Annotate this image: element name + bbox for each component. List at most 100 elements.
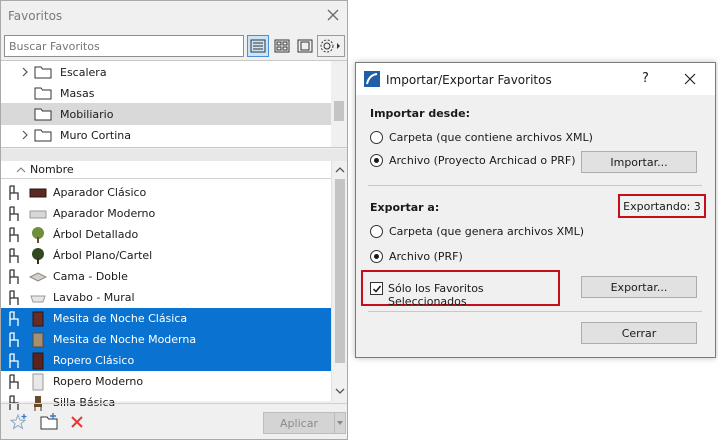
favorite-item-label: Árbol Plano/Cartel bbox=[53, 249, 153, 262]
folder-row[interactable]: Masas bbox=[1, 82, 331, 104]
gear-icon bbox=[320, 39, 340, 53]
favorites-title: Favoritos bbox=[8, 9, 63, 23]
radio-indicator[interactable] bbox=[370, 131, 383, 144]
item-thumbnail bbox=[28, 247, 48, 265]
close-icon[interactable] bbox=[326, 8, 340, 22]
favorites-list: Nombre Aparador Clásico Aparador Moderno Á… bbox=[1, 161, 347, 411]
favorite-item-label: Mesita de Noche Clásica bbox=[53, 312, 188, 325]
scroll-up-icon[interactable] bbox=[335, 164, 345, 177]
column-header-name[interactable]: Nombre bbox=[30, 163, 74, 176]
export-file-radio[interactable]: Archivo (PRF) bbox=[370, 250, 463, 263]
folder-scrollbar[interactable] bbox=[331, 61, 347, 147]
list-view-button[interactable] bbox=[247, 35, 269, 57]
item-thumbnail bbox=[28, 310, 48, 328]
object-type-icon bbox=[7, 310, 27, 327]
favorites-toolbar: Aplicar bbox=[1, 403, 347, 439]
panel-splitter[interactable] bbox=[1, 149, 347, 161]
favorite-item-label: Aparador Moderno bbox=[53, 207, 156, 220]
preview-view-button[interactable] bbox=[294, 35, 316, 57]
favorite-item[interactable]: Lavabo - Mural bbox=[1, 287, 331, 308]
folder-icon bbox=[34, 85, 54, 101]
dialog-titlebar[interactable]: Importar/Exportar Favoritos ? bbox=[356, 63, 715, 95]
object-type-icon bbox=[7, 268, 27, 285]
radio-indicator[interactable] bbox=[370, 225, 383, 238]
new-favorite-icon[interactable] bbox=[9, 412, 29, 432]
radio-label: Archivo (PRF) bbox=[389, 250, 463, 263]
export-button[interactable]: Exportar... bbox=[581, 276, 697, 298]
help-button[interactable]: ? bbox=[642, 71, 649, 86]
radio-label: Carpeta (que contiene archivos XML) bbox=[389, 131, 593, 144]
export-folder-radio[interactable]: Carpeta (que genera archivos XML) bbox=[370, 225, 584, 238]
folder-row[interactable]: Mobiliario bbox=[1, 103, 331, 125]
item-thumbnail bbox=[28, 352, 48, 370]
search-input[interactable] bbox=[4, 35, 244, 57]
favorite-item[interactable]: Mesita de Noche Moderna bbox=[1, 329, 331, 350]
favorite-item-label: Ropero Clásico bbox=[53, 354, 135, 367]
favorite-item[interactable]: Aparador Clásico bbox=[1, 182, 331, 203]
object-type-icon bbox=[7, 226, 27, 243]
checkmark-icon bbox=[372, 285, 381, 293]
dialog-title: Importar/Exportar Favoritos bbox=[386, 73, 552, 87]
list-view-icon bbox=[250, 39, 266, 53]
close-button[interactable]: Cerrar bbox=[581, 322, 697, 344]
divider bbox=[368, 311, 702, 312]
radio-label: Carpeta (que genera archivos XML) bbox=[389, 225, 585, 238]
favorite-item[interactable]: Ropero Moderno bbox=[1, 371, 331, 392]
radio-label: Archivo (Proyecto Archicad o PRF) bbox=[389, 154, 576, 167]
only-selected-highlight: Sólo los Favoritos Seleccionados bbox=[361, 270, 560, 308]
radio-indicator[interactable] bbox=[370, 250, 383, 263]
item-thumbnail bbox=[28, 331, 48, 349]
object-type-icon bbox=[7, 352, 27, 369]
scrollbar-thumb[interactable] bbox=[335, 179, 345, 363]
list-header[interactable]: Nombre bbox=[1, 161, 331, 179]
options-menu-button[interactable] bbox=[317, 35, 345, 57]
apply-dropdown[interactable] bbox=[334, 412, 346, 434]
object-type-icon bbox=[7, 331, 27, 348]
item-thumbnail bbox=[28, 184, 48, 202]
grid-view-button[interactable] bbox=[271, 35, 293, 57]
item-thumbnail bbox=[28, 289, 48, 307]
favorites-titlebar[interactable]: Favoritos bbox=[1, 1, 347, 31]
delete-icon[interactable] bbox=[67, 412, 87, 432]
favorite-item[interactable]: Ropero Clásico bbox=[1, 350, 331, 371]
archicad-app-icon bbox=[364, 71, 380, 87]
folder-label: Masas bbox=[60, 86, 95, 100]
favorite-item[interactable]: Aparador Moderno bbox=[1, 203, 331, 224]
new-folder-icon[interactable] bbox=[39, 412, 59, 432]
scrollbar-thumb[interactable] bbox=[334, 101, 344, 121]
only-selected-checkbox[interactable] bbox=[370, 282, 383, 295]
item-thumbnail bbox=[28, 268, 48, 286]
chevron-right-icon[interactable] bbox=[17, 124, 33, 146]
folder-icon bbox=[34, 64, 54, 80]
only-selected-label[interactable]: Sólo los Favoritos Seleccionados bbox=[388, 282, 558, 308]
favorites-palette: Favoritos Escalera Masas Mobiliario bbox=[0, 0, 348, 440]
object-type-icon bbox=[7, 184, 27, 201]
export-heading: Exportar a: bbox=[370, 201, 440, 214]
folder-label: Escalera bbox=[60, 65, 107, 79]
import-file-radio[interactable]: Archivo (Proyecto Archicad o PRF) bbox=[370, 154, 576, 167]
scroll-down-icon[interactable] bbox=[335, 385, 345, 398]
object-type-icon bbox=[7, 247, 27, 264]
favorite-item[interactable]: Cama - Doble bbox=[1, 266, 331, 287]
exporting-count-label: Exportando: 3 bbox=[623, 199, 701, 213]
folder-row[interactable]: Muro Cortina bbox=[1, 124, 331, 146]
favorite-item[interactable]: Mesita de Noche Clásica bbox=[1, 308, 331, 329]
object-type-icon bbox=[7, 205, 27, 222]
chevron-right-icon[interactable] bbox=[17, 61, 33, 83]
radio-indicator[interactable] bbox=[370, 154, 383, 167]
favorite-item[interactable]: Árbol Plano/Cartel bbox=[1, 245, 331, 266]
close-icon[interactable] bbox=[684, 73, 696, 85]
preview-view-icon bbox=[297, 39, 313, 53]
item-thumbnail bbox=[28, 373, 48, 391]
sort-up-icon bbox=[16, 166, 28, 173]
favorite-item[interactable]: Árbol Detallado bbox=[1, 224, 331, 245]
folder-label: Mobiliario bbox=[60, 107, 114, 121]
folder-row[interactable]: Escalera bbox=[1, 61, 331, 83]
apply-button[interactable]: Aplicar bbox=[263, 412, 335, 434]
favorite-item-label: Cama - Doble bbox=[53, 270, 128, 283]
import-folder-radio[interactable]: Carpeta (que contiene archivos XML) bbox=[370, 131, 593, 144]
folder-tree: Escalera Masas Mobiliario Muro Cortina bbox=[1, 60, 347, 148]
list-scrollbar[interactable] bbox=[331, 161, 347, 401]
import-button[interactable]: Importar... bbox=[581, 151, 697, 173]
import-export-dialog: Importar/Exportar Favoritos ? Importar d… bbox=[355, 62, 716, 358]
